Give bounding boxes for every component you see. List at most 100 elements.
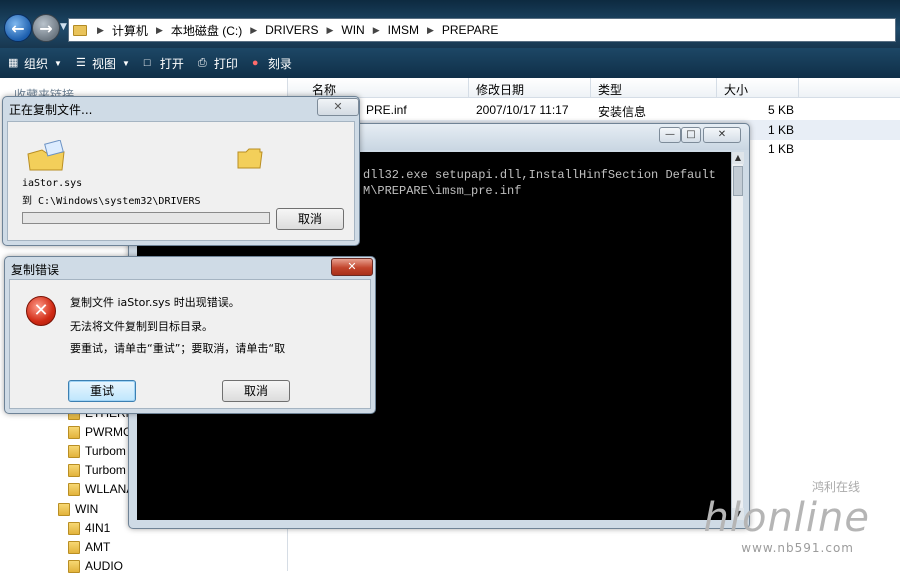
file-size: 1 KB — [768, 123, 795, 137]
tree-item-label: Turbom — [85, 444, 126, 458]
cancel-button[interactable]: 取消 — [222, 380, 290, 402]
close-icon: ✕ — [347, 260, 357, 273]
close-button[interactable]: ✕ — [703, 127, 741, 143]
tree-item[interactable]: PWRMG — [68, 425, 132, 439]
tree-item-label: Turbom — [85, 463, 126, 477]
print-label: 打印 — [213, 56, 238, 71]
chevron-down-icon: ▼ — [121, 58, 130, 68]
printer-icon: ⎙ — [197, 57, 207, 69]
chevron-right-icon: ▶ — [372, 24, 380, 35]
folder-icon — [68, 521, 80, 535]
disc-icon: ● — [251, 57, 259, 69]
chevron-right-icon: ▶ — [155, 24, 163, 35]
tree-item[interactable]: Turbom — [68, 444, 126, 458]
file-size: 5 KB — [768, 103, 795, 117]
copy-progress-bar — [22, 212, 270, 224]
organize-label: 组织 — [24, 56, 49, 71]
error-icon: ✕ — [26, 296, 56, 326]
folder-icon — [68, 482, 80, 496]
chevron-right-icon: ▶ — [250, 24, 258, 35]
column-size[interactable]: 大小 — [724, 81, 748, 98]
tree-item-label: AMT — [85, 540, 111, 554]
arrow-right-icon: → — [39, 18, 53, 38]
chevron-right-icon: ▶ — [326, 24, 334, 35]
minimize-button[interactable]: — — [659, 127, 681, 143]
maximize-icon: □ — [686, 129, 696, 140]
cancel-copy-button[interactable]: 取消 — [276, 208, 344, 230]
retry-button[interactable]: 重试 — [68, 380, 136, 402]
document-icon: □ — [143, 57, 151, 69]
recent-pages-dropdown[interactable]: ▼ — [60, 22, 67, 32]
tree-item[interactable]: AMT — [68, 540, 110, 554]
copy-error-dialog: 复制错误 ✕ ✕ 复制文件 iaStor.sys 时出现错误。 无法将文件复制到… — [4, 256, 376, 414]
close-button[interactable]: ✕ — [331, 258, 373, 276]
file-type: 安装信息 — [598, 105, 647, 119]
address-box[interactable]: ▶ 计算机 ▶ 本地磁盘 (C:) ▶ DRIVERS ▶ WIN ▶ IMSM… — [68, 18, 896, 42]
file-date: 2007/10/17 11:17 — [476, 103, 569, 117]
close-button[interactable]: ✕ — [317, 98, 359, 116]
column-date[interactable]: 修改日期 — [476, 81, 524, 98]
tree-item-label: 4IN1 — [85, 521, 111, 535]
tree-item[interactable]: 4IN1 — [68, 521, 110, 535]
minimize-icon: — — [665, 129, 675, 140]
console-line: dll32.exe setupapi.dll,InstallHinfSectio… — [363, 168, 716, 182]
breadcrumb-computer[interactable]: 计算机 — [112, 22, 148, 39]
forward-button[interactable]: → — [32, 14, 60, 42]
column-type[interactable]: 类型 — [598, 81, 622, 98]
open-label: 打开 — [159, 56, 184, 71]
breadcrumb-win[interactable]: WIN — [341, 23, 364, 37]
column-divider[interactable] — [590, 78, 591, 98]
file-row[interactable]: PRE.inf 2007/10/17 11:17 安装信息 5 KB — [288, 100, 900, 120]
flying-files-icon — [27, 140, 65, 171]
folder-icon — [68, 444, 80, 458]
back-button[interactable]: ← — [4, 14, 32, 42]
address-bar-region: ← → ▼ ▶ 计算机 ▶ 本地磁盘 (C:) ▶ DRIVERS ▶ WIN … — [0, 0, 900, 48]
burn-button[interactable]: ● 刻录 — [252, 55, 292, 72]
breadcrumb-c-drive[interactable]: 本地磁盘 (C:) — [171, 22, 242, 39]
column-divider[interactable] — [798, 78, 799, 98]
breadcrumb-prepare[interactable]: PREPARE — [442, 23, 498, 37]
organize-icon: ▦ — [8, 57, 19, 69]
tree-item[interactable]: Turbom — [68, 463, 126, 477]
views-button[interactable]: ☰ 视图 ▼ — [76, 55, 130, 72]
organize-button[interactable]: ▦ 组织 ▼ — [8, 55, 62, 72]
copying-dialog-body: iaStor.sys 到 C:\Windows\system32\DRIVERS… — [7, 121, 355, 241]
maximize-button[interactable]: □ — [681, 127, 701, 143]
watermark-script: 鸿利在线 — [811, 480, 860, 494]
watermark-logo: hlonline — [703, 495, 870, 541]
burn-label: 刻录 — [267, 56, 292, 71]
folder-icon — [68, 425, 80, 439]
console-line: M\PREPARE\imsm_pre.inf — [363, 184, 522, 198]
tree-item-win[interactable]: WIN — [58, 502, 98, 516]
tree-item-label: PWRMG — [85, 425, 133, 439]
close-icon: ✕ — [717, 129, 727, 140]
file-list-header: 名称 修改日期 类型 大小 — [288, 78, 900, 98]
folder-icon — [237, 148, 263, 169]
folder-icon — [68, 540, 80, 554]
views-icon: ☰ — [75, 57, 86, 69]
copying-dialog-title: 正在复制文件... — [9, 103, 93, 117]
chevron-down-icon: ▼ — [54, 58, 62, 68]
breadcrumb-imsm[interactable]: IMSM — [388, 23, 419, 37]
open-button[interactable]: □ 打开 — [144, 55, 184, 72]
chevron-right-icon: ▶ — [426, 24, 434, 35]
error-message-line: 复制文件 iaStor.sys 时出现错误。 — [70, 296, 240, 309]
views-label: 视图 — [91, 56, 116, 71]
file-size: 1 KB — [768, 142, 795, 156]
tree-item[interactable]: WLLANA — [68, 482, 134, 496]
folder-icon — [68, 463, 80, 477]
close-icon: ✕ — [333, 100, 343, 113]
folder-open-icon — [58, 502, 70, 516]
scroll-up-icon[interactable]: ▲ — [732, 152, 744, 164]
tree-item-label: WLLANA — [85, 482, 135, 496]
scroll-thumb[interactable] — [733, 166, 743, 196]
breadcrumb-drivers[interactable]: DRIVERS — [265, 23, 318, 37]
column-divider[interactable] — [468, 78, 469, 98]
error-message-line: 无法将文件复制到目标目录。 — [70, 320, 213, 333]
arrow-left-icon: ← — [11, 18, 25, 38]
command-toolbar: ▦ 组织 ▼ ☰ 视图 ▼ □ 打开 ⎙ 打印 ● 刻录 — [0, 48, 900, 78]
vertical-scrollbar[interactable]: ▲ ▼ — [731, 152, 744, 520]
folder-icon — [73, 24, 87, 36]
print-button[interactable]: ⎙ 打印 — [198, 55, 238, 72]
column-divider[interactable] — [716, 78, 717, 98]
